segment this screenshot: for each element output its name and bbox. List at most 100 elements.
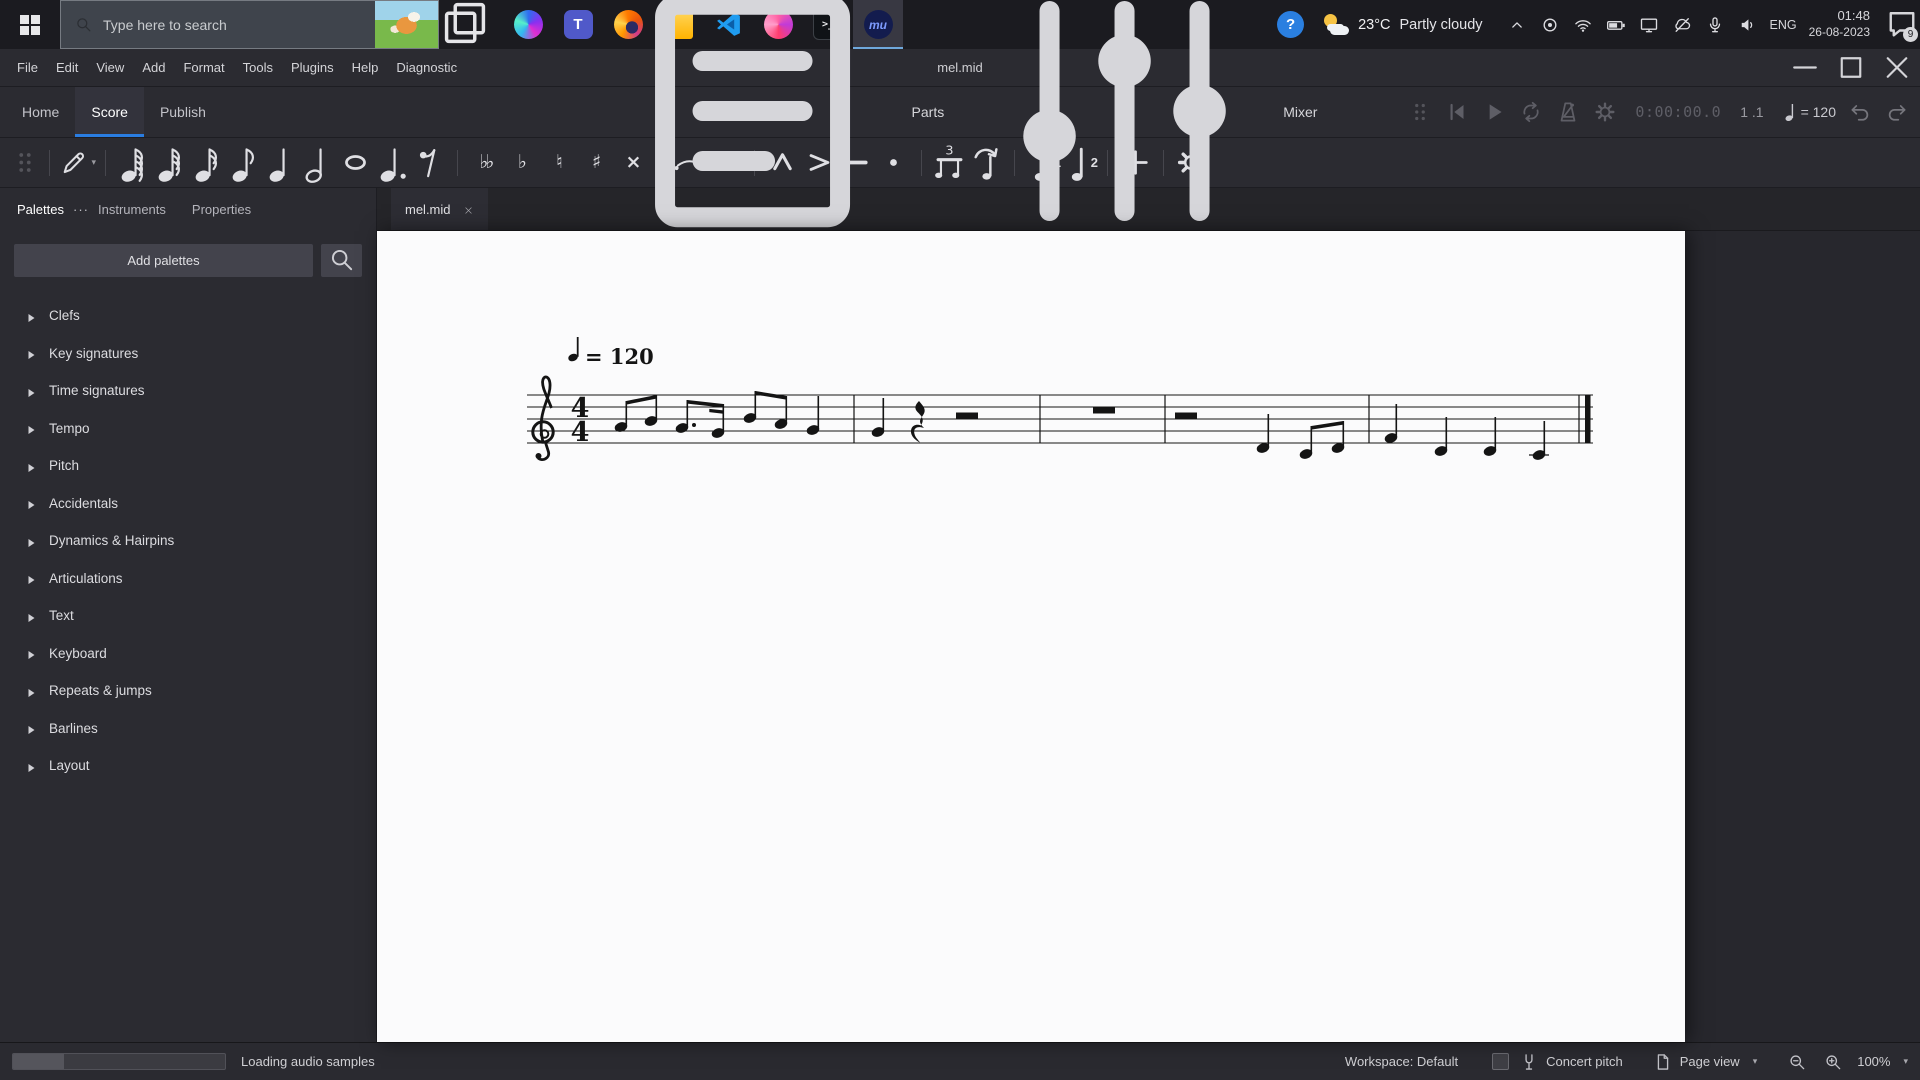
maximize-button[interactable]: [1828, 49, 1874, 86]
palette-item-text[interactable]: Text: [0, 597, 376, 635]
flat-button[interactable]: ♭: [504, 142, 541, 183]
metronome-button[interactable]: [1555, 99, 1581, 125]
menu-add[interactable]: Add: [133, 49, 174, 86]
menu-plugins[interactable]: Plugins: [282, 49, 343, 86]
palette-item-barlines[interactable]: Barlines: [0, 710, 376, 748]
record-dot-icon[interactable]: [1540, 15, 1560, 35]
tab-home[interactable]: Home: [6, 87, 75, 137]
score-canvas[interactable]: 4 4 = 120: [377, 231, 1920, 1042]
playback-settings-button[interactable]: [1592, 99, 1618, 125]
loop-playback-button[interactable]: [1518, 99, 1544, 125]
natural-button[interactable]: ♮: [541, 142, 578, 183]
palette-item-pitch[interactable]: Pitch: [0, 447, 376, 485]
palette-item-clefs[interactable]: Clefs: [0, 297, 376, 335]
redo-button[interactable]: [1884, 99, 1910, 125]
menu-format[interactable]: Format: [174, 49, 233, 86]
language-indicator[interactable]: ENG: [1770, 18, 1797, 32]
palette-item-tempo[interactable]: Tempo: [0, 410, 376, 448]
minimize-button[interactable]: [1782, 49, 1828, 86]
start-button[interactable]: [0, 0, 60, 49]
palette-item-layout[interactable]: Layout: [0, 747, 376, 785]
palette-item-repeats-jumps[interactable]: Repeats & jumps: [0, 672, 376, 710]
concert-pitch-button[interactable]: Concert pitch: [1519, 1052, 1623, 1072]
taskbar-app-teams[interactable]: T: [553, 0, 603, 49]
double-flat-button[interactable]: ♭♭: [467, 142, 504, 183]
palette-item-accidentals[interactable]: Accidentals: [0, 485, 376, 523]
palette-item-articulations[interactable]: Articulations: [0, 560, 376, 598]
search-highlight-image[interactable]: [375, 1, 438, 48]
rewind-button[interactable]: [1444, 99, 1470, 125]
teams-icon: T: [563, 10, 593, 39]
palette-item-dynamics-hairpins[interactable]: Dynamics & Hairpins: [0, 522, 376, 560]
tab-score[interactable]: Score: [75, 87, 144, 137]
workspace-label[interactable]: Workspace: Default: [1345, 1054, 1458, 1069]
tab-publish[interactable]: Publish: [144, 87, 222, 137]
zoom-in-button[interactable]: [1823, 1052, 1843, 1072]
note-64-button[interactable]: [115, 142, 152, 183]
menu-file[interactable]: File: [8, 49, 47, 86]
chevron-right-icon: [27, 461, 36, 472]
play-button[interactable]: [1481, 99, 1507, 125]
weather-temp: 23°C: [1358, 16, 1391, 33]
palettes-more-button[interactable]: ···: [66, 202, 96, 217]
monitor-icon[interactable]: [1639, 15, 1659, 35]
add-palettes-button[interactable]: Add palettes: [14, 244, 313, 277]
weather-widget[interactable]: 23°C Partly cloudy: [1322, 13, 1483, 37]
note-16-button[interactable]: [189, 142, 226, 183]
loading-label: Loading audio samples: [241, 1054, 375, 1069]
view-mode-select[interactable]: Page view ▾: [1653, 1052, 1757, 1072]
chevron-right-icon: [27, 573, 36, 585]
note-input-button[interactable]: ▾: [59, 142, 96, 183]
clock[interactable]: 01:48 26-08-2023: [1809, 8, 1870, 40]
undo-button[interactable]: [1847, 99, 1873, 125]
ribbon-tab-row: Home Score Publish Parts Mixer 0:00:00.0 1…: [0, 0, 1920, 227]
mixer-button[interactable]: Mixer: [974, 0, 1317, 264]
toolbar-drag-handle[interactable]: [10, 142, 40, 183]
close-button[interactable]: [1874, 49, 1920, 86]
note-8-button[interactable]: [226, 142, 263, 183]
menu-diagnostic[interactable]: Diagnostic: [387, 49, 466, 86]
battery-icon[interactable]: [1606, 15, 1626, 35]
panel-tab-properties[interactable]: Properties: [190, 202, 253, 217]
menu-help[interactable]: Help: [343, 49, 388, 86]
zoom-out-button[interactable]: [1787, 1052, 1807, 1072]
playback-drag-handle[interactable]: [1407, 99, 1433, 125]
note-quarter-button[interactable]: [263, 142, 300, 183]
note-half-button[interactable]: [300, 142, 337, 183]
chevron-up-icon[interactable]: [1507, 15, 1527, 35]
menu-view[interactable]: View: [87, 49, 133, 86]
palette-item-key-signatures[interactable]: Key signatures: [0, 335, 376, 373]
palette-item-keyboard[interactable]: Keyboard: [0, 635, 376, 673]
close-tab-icon[interactable]: [463, 204, 474, 215]
palette-actions: Add palettes: [14, 244, 362, 277]
augmentation-dot-button[interactable]: [374, 142, 411, 183]
palette-search-button[interactable]: [321, 244, 362, 277]
playback-time: 0:00:00.0: [1635, 103, 1722, 121]
menu-tools[interactable]: Tools: [234, 49, 282, 86]
note-32-button[interactable]: [152, 142, 189, 183]
rest-button[interactable]: [411, 142, 448, 183]
wifi-icon[interactable]: [1573, 15, 1593, 35]
zoom-level-select[interactable]: 100% ▾: [1857, 1054, 1908, 1069]
panel-tab-palettes[interactable]: Palettes: [15, 202, 66, 217]
parts-button[interactable]: Parts: [603, 0, 945, 264]
chevron-right-icon: [27, 423, 36, 435]
score-page[interactable]: 4 4 = 120: [377, 231, 1685, 1042]
concert-pitch-toggle[interactable]: [1492, 1053, 1510, 1070]
task-view-button[interactable]: [439, 0, 491, 49]
document-tab[interactable]: mel.mid: [391, 188, 488, 230]
mic-icon[interactable]: [1705, 15, 1725, 35]
menu-edit[interactable]: Edit: [47, 49, 87, 86]
note-whole-button[interactable]: [337, 142, 374, 183]
palette-item-label: Pitch: [49, 458, 80, 474]
palette-item-label: Dynamics & Hairpins: [49, 533, 175, 549]
cloud-off-icon[interactable]: [1672, 15, 1692, 35]
taskbar-app-color-wheel-app[interactable]: [503, 0, 553, 49]
panel-tab-instruments[interactable]: Instruments: [96, 202, 168, 217]
action-center-button[interactable]: 9: [1884, 0, 1920, 49]
speaker-icon[interactable]: [1738, 15, 1758, 35]
taskbar-search-input[interactable]: Type here to search: [60, 0, 439, 49]
parts-label: Parts: [911, 104, 945, 120]
palette-item-time-signatures[interactable]: Time signatures: [0, 372, 376, 410]
tempo-button[interactable]: = 120: [1785, 102, 1836, 122]
